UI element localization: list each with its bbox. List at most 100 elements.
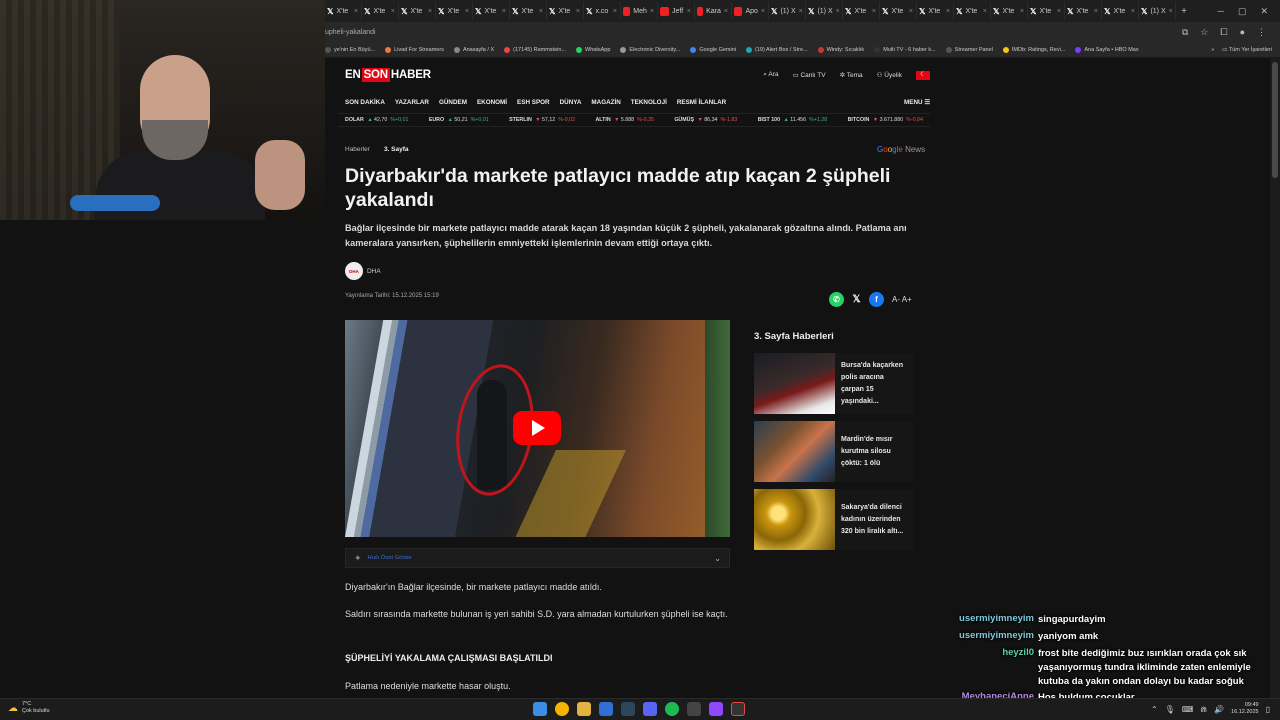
browser-tab[interactable]: 𝕏 (1) X × [769, 2, 806, 20]
bookmark-item[interactable]: ye'nin En Büyü... [325, 46, 375, 53]
browser-tab[interactable]: 𝕏 (1) X × [1139, 2, 1176, 20]
whatsapp-share-icon[interactable]: ✆ [829, 292, 844, 307]
article-source[interactable]: DHA DHA [345, 262, 381, 280]
tab-close-icon[interactable]: × [1094, 8, 1098, 15]
tab-close-icon[interactable]: × [872, 8, 876, 15]
more-icon[interactable]: ⋮ [1257, 27, 1266, 38]
search-button[interactable]: ⌕ Ara [763, 71, 778, 79]
tab-close-icon[interactable]: × [761, 8, 765, 15]
tab-close-icon[interactable]: × [687, 8, 691, 15]
browser-tab[interactable]: 𝕏x.co × [584, 2, 621, 20]
site-logo[interactable]: EN SON HABER [345, 68, 431, 82]
breadcrumb-category[interactable]: 3. Sayfa [384, 146, 409, 153]
browser-tab[interactable]: 𝕏 X'te × [843, 2, 880, 20]
browser-tab[interactable]: 𝕏 X'te × [362, 2, 399, 20]
tab-close-icon[interactable]: × [1131, 8, 1135, 15]
sidebar-news-item[interactable]: Mardin'de mısır kurutma silosu çöktü: 1 … [754, 421, 914, 482]
install-icon[interactable]: ⧉ [1182, 27, 1188, 38]
font-size-controls[interactable]: A- A+ [892, 295, 912, 304]
bookmarks-more-button[interactable]: » [1211, 47, 1214, 53]
browser-tab[interactable]: 𝕏 X'te × [547, 2, 584, 20]
steam-icon[interactable] [621, 702, 635, 716]
maximize-icon[interactable]: ▢ [1238, 6, 1247, 17]
sidebar-news-item[interactable]: Sakarya'da dilenci kadının üzerinden 320… [754, 489, 914, 550]
nav-item[interactable]: TEKNOLOJİ [631, 99, 667, 106]
facebook-share-icon[interactable]: f [869, 292, 884, 307]
tab-close-icon[interactable]: × [502, 8, 506, 15]
browser-tab[interactable]: 𝕏 X'te × [1065, 2, 1102, 20]
nav-item[interactable]: EKONOMİ [477, 99, 507, 106]
tab-close-icon[interactable]: × [983, 8, 987, 15]
nav-item[interactable]: RESMİ İLANLAR [677, 99, 726, 106]
nav-item[interactable]: YAZARLAR [395, 99, 429, 106]
breadcrumb-home[interactable]: Haberler [345, 146, 370, 153]
theme-button[interactable]: ✲ Tema [840, 71, 863, 79]
sidebar-news-item[interactable]: Bursa'da kaçarken polis aracına çarpan 1… [754, 353, 914, 414]
mic-icon[interactable]: 🎙 [1165, 705, 1175, 714]
start-icon[interactable] [533, 702, 547, 716]
volume-icon[interactable]: 🔊 [1214, 705, 1224, 714]
browser-tab[interactable]: Kara × [695, 2, 732, 20]
clock[interactable]: 09:49 16.12.2025 [1231, 702, 1259, 716]
tab-close-icon[interactable]: × [799, 8, 803, 15]
tab-close-icon[interactable]: × [650, 8, 654, 15]
browser-tab[interactable]: 𝕏 (1) X × [806, 2, 843, 20]
browser-tab[interactable]: 𝕏 X'te × [399, 2, 436, 20]
membership-button[interactable]: ⚇ Üyelik [877, 71, 902, 79]
obs-icon[interactable] [731, 702, 745, 716]
bookmark-item[interactable]: Multi TV - 6 haber k... [874, 46, 936, 53]
bookmark-item[interactable]: WhatsApp [576, 46, 610, 53]
live-tv-button[interactable]: ▭ Canlı TV [792, 71, 825, 79]
browser-tab[interactable]: 𝕏 X'te × [880, 2, 917, 20]
nav-item[interactable]: SON DAKİKA [345, 99, 385, 106]
wifi-icon[interactable]: ⋒ [1200, 705, 1207, 714]
bookmark-item[interactable]: Anasayfa / X [453, 46, 494, 53]
browser-tab[interactable]: 𝕏 X'te × [917, 2, 954, 20]
bookmark-item[interactable]: (19) Alert Box / Stre... [746, 46, 808, 53]
tab-close-icon[interactable]: × [391, 8, 395, 15]
tab-close-icon[interactable]: × [1169, 8, 1173, 15]
nav-item[interactable]: ESH SPOR [517, 99, 550, 106]
tab-close-icon[interactable]: × [465, 8, 469, 15]
tab-close-icon[interactable]: × [576, 8, 580, 15]
weather-widget[interactable]: ☁ 7°C Çok bulutlu [8, 701, 50, 715]
browser-tab[interactable]: 𝕏 X'te × [325, 2, 362, 20]
profile-icon[interactable]: ● [1240, 27, 1245, 38]
browser-tab[interactable]: 𝕏 X'te × [510, 2, 547, 20]
tab-close-icon[interactable]: × [613, 8, 617, 15]
bookmark-item[interactable]: Windy: Sıcaklık [817, 46, 864, 53]
browser-tab[interactable]: 𝕏 X'te × [954, 2, 991, 20]
x-share-icon[interactable]: 𝕏 [849, 292, 864, 307]
tab-close-icon[interactable]: × [724, 8, 728, 15]
google-news-link[interactable]: Google News [877, 145, 925, 154]
tab-close-icon[interactable]: × [946, 8, 950, 15]
article-video[interactable] [345, 320, 730, 537]
browser-tab[interactable]: Jeff × [658, 2, 695, 20]
browser-tab[interactable]: Meh × [621, 2, 658, 20]
new-tab-button[interactable]: + [1176, 6, 1192, 17]
page-scrollbar[interactable] [1270, 58, 1280, 698]
bookmark-item[interactable]: Streamer Panel [945, 46, 993, 53]
tab-close-icon[interactable]: × [836, 8, 840, 15]
ai-summary-bar[interactable]: ✦ Hızlı Özet Göster ⌄ [345, 548, 730, 568]
epic-games-icon[interactable] [687, 702, 701, 716]
tab-close-icon[interactable]: × [909, 8, 913, 15]
twitch-icon[interactable] [709, 702, 723, 716]
tab-close-icon[interactable]: × [539, 8, 543, 15]
bookmark-item[interactable]: Ana Sayfa • HBO Max [1075, 46, 1139, 53]
play-icon[interactable] [513, 411, 561, 445]
spotify-icon[interactable] [665, 702, 679, 716]
scrollbar-thumb[interactable] [1272, 62, 1278, 178]
browser-tab[interactable]: 𝕏 X'te × [1102, 2, 1139, 20]
nav-item[interactable]: MAGAZİN [591, 99, 620, 106]
browser-tab[interactable]: 𝕏 X'te × [991, 2, 1028, 20]
tab-close-icon[interactable]: × [1057, 8, 1061, 15]
file-explorer-icon[interactable] [577, 702, 591, 716]
discord-icon[interactable] [643, 702, 657, 716]
turkey-flag-icon[interactable]: ☾ [916, 70, 930, 80]
nav-item[interactable]: DÜNYA [560, 99, 582, 106]
bookmark-item[interactable]: Electronic Diversity... [620, 46, 680, 53]
star-icon[interactable]: ☆ [1200, 27, 1208, 38]
extensions-icon[interactable]: ⧠ [1220, 27, 1227, 38]
bookmark-item[interactable]: (17145) Rammstein... [504, 46, 566, 53]
